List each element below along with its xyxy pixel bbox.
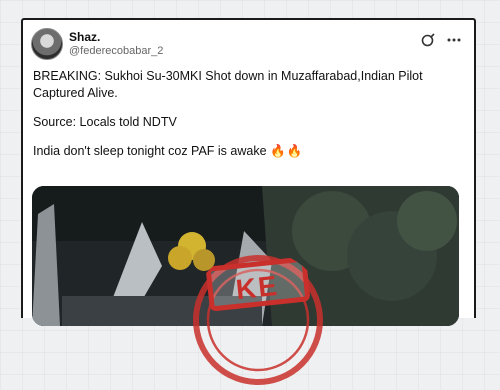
tweet-line-taunt-text: India don't sleep tonight coz PAF is awa…: [33, 144, 267, 158]
author-avatar[interactable]: [31, 28, 63, 60]
header-actions: [420, 32, 462, 48]
more-options-icon[interactable]: [446, 32, 462, 48]
fire-emoji: 🔥🔥: [270, 144, 304, 158]
tweet-header: Shaz. @federecobabar_2: [31, 28, 466, 68]
fake-stamp-text: KE: [234, 269, 281, 306]
tweet-line-taunt: India don't sleep tonight coz PAF is awa…: [33, 143, 463, 160]
grok-icon[interactable]: [420, 32, 436, 48]
author-name[interactable]: Shaz.: [69, 30, 100, 44]
tweet-line-breaking: BREAKING: Sukhoi Su-30MKI Shot down in M…: [33, 69, 423, 100]
author-handle[interactable]: @federecobabar_2: [69, 45, 163, 57]
tweet-text: BREAKING: Sukhoi Su-30MKI Shot down in M…: [33, 68, 463, 172]
tweet-line-source: Source: Locals told NDTV: [33, 115, 177, 129]
